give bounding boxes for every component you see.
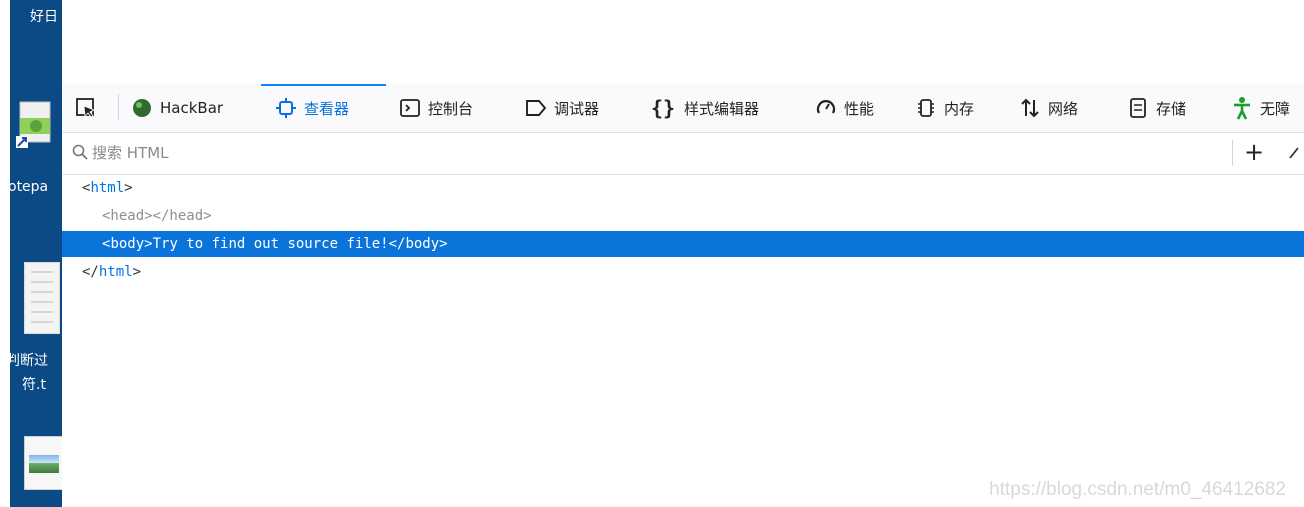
tab-hackbar[interactable]: HackBar xyxy=(130,94,223,122)
toolbar-separator xyxy=(118,94,119,120)
search-separator xyxy=(1232,140,1233,166)
body-text: >Try to find out source file!</ xyxy=(144,236,406,252)
element-picker-button[interactable] xyxy=(74,94,104,122)
memory-icon xyxy=(914,96,938,120)
storage-icon xyxy=(1126,96,1150,120)
head-node[interactable]: <head></head> xyxy=(62,203,1304,229)
body-close-tag: body xyxy=(405,236,440,252)
html-close-gt: > xyxy=(132,264,142,280)
desktop-strip: 好日 otepa 判断过 符.t xyxy=(10,0,62,507)
image-file-icon[interactable] xyxy=(24,436,62,490)
style-editor-icon: {} xyxy=(650,96,676,120)
tab-accessibility-label: 无障 xyxy=(1260,99,1291,118)
tab-inspector-label: 查看器 xyxy=(304,99,350,118)
html-open-gt: > xyxy=(124,180,133,196)
html-open-node[interactable]: <html> xyxy=(62,175,1304,201)
active-tab-indicator xyxy=(261,84,386,86)
tab-storage-label: 存储 xyxy=(1156,99,1187,118)
tab-storage[interactable]: 存储 xyxy=(1126,94,1186,122)
tab-network-label: 网络 xyxy=(1048,99,1079,118)
tab-debugger[interactable]: 调试器 xyxy=(524,94,599,122)
debugger-icon xyxy=(524,96,548,120)
markup-tree: <html> <head></head> <body>Try to find o… xyxy=(62,175,1304,507)
tab-inspector[interactable]: 查看器 xyxy=(274,94,349,122)
body-node[interactable]: <body>Try to find out source file!</body… xyxy=(62,231,1304,257)
performance-icon xyxy=(814,96,838,120)
inspector-icon xyxy=(274,96,298,120)
tab-performance-label: 性能 xyxy=(844,99,875,118)
tab-network[interactable]: 网络 xyxy=(1018,94,1078,122)
hackbar-ball-icon xyxy=(130,96,154,120)
tab-console-label: 控制台 xyxy=(428,99,474,118)
notepad-plus-icon[interactable] xyxy=(16,100,56,148)
tab-console[interactable]: 控制台 xyxy=(398,94,473,122)
text-file-icon[interactable] xyxy=(24,262,60,334)
desktop-file-label-1: 判断过 xyxy=(10,353,48,369)
tab-style-editor[interactable]: {} 样式编辑器 xyxy=(648,94,759,122)
add-node-button[interactable]: + xyxy=(1244,138,1264,166)
tab-memory-label: 内存 xyxy=(944,99,975,118)
eyedropper-icon[interactable] xyxy=(1288,144,1302,164)
desktop-label-top: 好日 xyxy=(30,9,58,25)
console-icon xyxy=(398,96,422,120)
tab-hackbar-label: HackBar xyxy=(160,99,224,117)
html-close-node[interactable]: </html> xyxy=(62,259,1304,285)
body-gt: > xyxy=(439,236,448,252)
tab-accessibility[interactable]: 无障 xyxy=(1230,94,1290,122)
devtools-toolbar: HackBar 查看器 控制台 调试器 {} 样式编辑器 性能 内存 网络 存储… xyxy=(62,84,1304,133)
tab-memory[interactable]: 内存 xyxy=(914,94,974,122)
network-icon xyxy=(1018,96,1042,120)
desktop-notepad-label: otepa xyxy=(10,179,49,195)
element-picker-icon xyxy=(74,96,98,120)
devtools-panel: HackBar 查看器 控制台 调试器 {} 样式编辑器 性能 内存 网络 存储… xyxy=(62,84,1304,507)
tab-debugger-label: 调试器 xyxy=(554,99,600,118)
tab-style-editor-label: 样式编辑器 xyxy=(684,99,760,118)
search-bar xyxy=(62,132,1304,175)
body-tag: body xyxy=(110,236,145,252)
watermark: https://blog.csdn.net/m0_46412682 xyxy=(989,479,1286,500)
html-close-tag: html xyxy=(98,264,133,280)
desktop-file-label-2: 符.t xyxy=(22,377,46,393)
html-close-lt: </ xyxy=(82,264,99,280)
html-open-tag: html xyxy=(90,180,125,196)
accessibility-icon xyxy=(1230,96,1254,120)
tab-performance[interactable]: 性能 xyxy=(814,94,874,122)
search-html-input[interactable] xyxy=(72,139,694,167)
